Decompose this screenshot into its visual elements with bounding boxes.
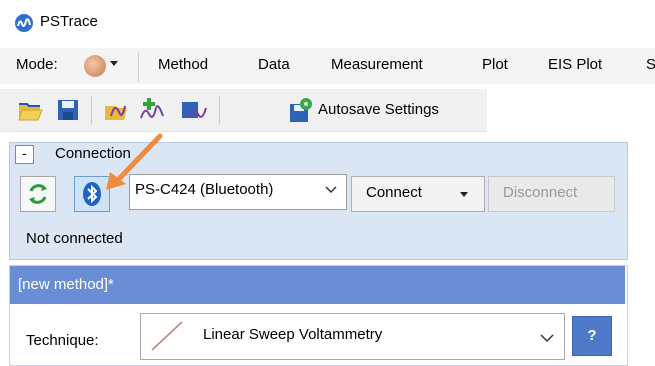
save-icon[interactable] — [54, 96, 82, 124]
method-title: [new method]* — [18, 276, 114, 293]
mode-icon[interactable] — [84, 55, 106, 77]
autosave-settings-icon[interactable] — [286, 96, 314, 124]
menu-data[interactable]: Data — [258, 56, 290, 73]
autosave-settings-button[interactable]: Autosave Settings — [318, 101, 439, 118]
disconnect-button-label[interactable]: Disconnect — [503, 184, 577, 201]
help-button[interactable]: ? — [572, 316, 612, 356]
linear-sweep-icon — [151, 321, 183, 351]
menu-eis-plot[interactable]: EIS Plot — [548, 56, 602, 73]
refresh-button[interactable] — [20, 176, 56, 212]
save-measurement-icon[interactable] — [180, 96, 208, 124]
technique-label: Technique: — [26, 332, 99, 349]
pstrace-logo-icon — [15, 14, 33, 32]
collapse-connection-button[interactable]: - — [15, 145, 34, 164]
open-folder-icon[interactable] — [16, 96, 44, 124]
menu-plot[interactable]: Plot — [482, 56, 508, 73]
app-title: PSTrace — [40, 13, 98, 30]
toolbar-separator — [219, 96, 220, 124]
connection-status: Not connected — [26, 230, 123, 247]
mode-dropdown-caret-icon[interactable] — [110, 61, 118, 66]
chevron-down-icon[interactable] — [540, 334, 554, 343]
menu-method[interactable]: Method — [158, 56, 208, 73]
technique-select-value[interactable]: Linear Sweep Voltammetry — [203, 326, 382, 343]
toolbar-separator — [91, 96, 92, 124]
refresh-icon — [29, 184, 47, 204]
menu-mode-label[interactable]: Mode: — [16, 56, 58, 73]
connect-dropdown-caret-icon[interactable] — [460, 192, 468, 197]
connect-button-label[interactable]: Connect — [366, 184, 422, 201]
menu-separator — [138, 52, 139, 82]
menu-measurement[interactable]: Measurement — [331, 56, 423, 73]
open-measurement-icon[interactable] — [103, 96, 131, 124]
annotation-arrow-icon — [106, 133, 163, 190]
menu-more[interactable]: S — [646, 56, 655, 73]
add-measurement-icon[interactable] — [139, 96, 167, 124]
title-bar — [0, 0, 655, 44]
chevron-down-icon[interactable] — [325, 186, 337, 194]
